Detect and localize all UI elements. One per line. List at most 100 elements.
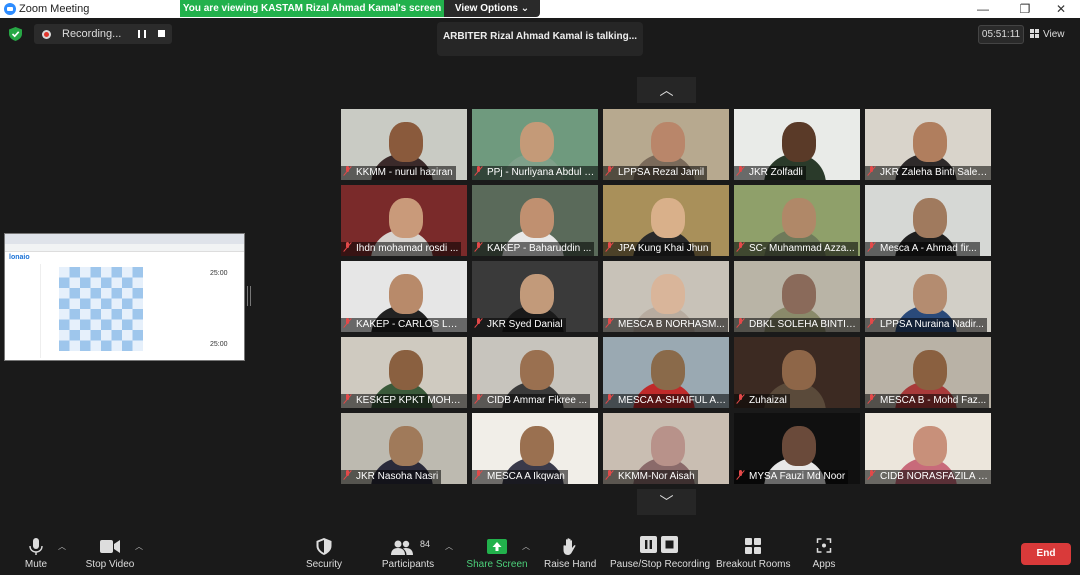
gallery-next-page-button[interactable]: ﹀	[637, 489, 696, 515]
mute-label: Mute	[24, 559, 48, 570]
close-button[interactable]: ✕	[1046, 1, 1076, 17]
participant-tile[interactable]: JKR Nasoha Nasri	[341, 413, 467, 484]
participant-tile[interactable]: MESCA A Ikqwan	[472, 413, 598, 484]
mute-button[interactable]: Mute	[14, 534, 58, 574]
gallery-grid-icon	[1030, 29, 1039, 38]
participant-tile[interactable]: KAKEP - CARLOS LOY...	[341, 261, 467, 332]
participant-name-label: KESKEP KPKT MOHD ...	[341, 394, 467, 408]
participant-name-label: LPPSA Rezal Jamil	[603, 166, 708, 180]
security-label: Security	[305, 559, 343, 570]
view-options-button[interactable]: View Options ⌄	[444, 0, 540, 17]
participant-tile[interactable]: KKMM - nurul haziran	[341, 109, 467, 180]
muted-mic-icon	[867, 470, 876, 480]
restore-button[interactable]: ❐	[1010, 1, 1040, 17]
participant-tile[interactable]: MESCA B - Mohd Faz...	[865, 337, 991, 408]
view-label: View	[1043, 29, 1065, 40]
participant-tile[interactable]: Ihdn mohamad rosdi ...	[341, 185, 467, 256]
end-meeting-button[interactable]: End	[1021, 543, 1071, 565]
site-sidebar	[7, 264, 41, 358]
browser-tab-bar	[5, 234, 244, 244]
participant-name-label: MESCA A Ikqwan	[472, 470, 568, 484]
participant-name: CIDB NORASFAZILA BI...	[880, 471, 991, 482]
participant-name: LPPSA Rezal Jamil	[618, 167, 705, 178]
participant-face	[388, 349, 423, 390]
participant-tile[interactable]: LPPSA Rezal Jamil	[603, 109, 729, 180]
muted-mic-icon	[605, 318, 614, 328]
participant-face	[388, 273, 423, 314]
zoom-logo-icon	[4, 3, 16, 15]
participant-face	[781, 425, 816, 466]
shared-screen-thumbnail[interactable]: lonaio 25:00 25:00	[4, 233, 245, 361]
participant-name-label: KAKEP - CARLOS LOY...	[341, 318, 467, 332]
shield-check-icon[interactable]	[9, 27, 22, 41]
participant-name-label: JKR Syed Danial	[472, 318, 566, 332]
active-speaker-label: ARBITER Rizal Ahmad Kamal is talking...	[437, 22, 643, 56]
video-options-caret[interactable]: ︿	[135, 541, 143, 552]
participant-tile[interactable]: KAKEP - Baharuddin ...	[472, 185, 598, 256]
participant-face	[519, 197, 554, 238]
pause-stop-icon	[640, 536, 678, 553]
participant-face	[388, 121, 423, 162]
participant-tile[interactable]: JPA Kung Khai Jhun	[603, 185, 729, 256]
participant-tile[interactable]: Zuhaizal	[734, 337, 860, 408]
participant-face	[650, 121, 685, 162]
participant-tile[interactable]: Mesca A - Ahmad fir...	[865, 185, 991, 256]
participant-name: MESCA B - Mohd Faz...	[880, 395, 987, 406]
breakout-rooms-button[interactable]: Breakout Rooms	[716, 534, 790, 574]
participant-name-label: JKR Zaleha Binti Salehod...	[865, 166, 991, 180]
audio-options-caret[interactable]: ︿	[58, 541, 66, 552]
participant-tile[interactable]: LPPSA Nuraina Nadir...	[865, 261, 991, 332]
share-options-caret[interactable]: ︿	[522, 541, 530, 552]
participant-face	[650, 425, 685, 466]
participant-face	[781, 273, 816, 314]
participant-tile[interactable]: JKR Syed Danial	[472, 261, 598, 332]
participants-count: 84	[420, 539, 431, 549]
participant-name: JKR Nasoha Nasri	[356, 471, 439, 482]
window-title: Zoom Meeting	[19, 3, 90, 15]
gallery-prev-page-button[interactable]: ︿	[637, 77, 696, 103]
video-camera-icon	[100, 540, 120, 553]
participant-name: Zuhaizal	[749, 395, 787, 406]
chess-board	[59, 267, 143, 351]
participants-button[interactable]: 84 Participants	[378, 534, 438, 574]
stop-video-label: Stop Video	[85, 559, 135, 570]
participant-name-label: KAKEP - Baharuddin ...	[472, 242, 595, 256]
participant-tile[interactable]: KKMM-Nor Aisah	[603, 413, 729, 484]
muted-mic-icon	[605, 394, 614, 404]
participant-name-label: JPA Kung Khai Jhun	[603, 242, 712, 256]
muted-mic-icon	[343, 242, 352, 252]
participant-face	[388, 425, 423, 466]
participant-tile[interactable]: CIDB Ammar Fikree ...	[472, 337, 598, 408]
stop-video-button[interactable]: Stop Video	[80, 534, 140, 574]
participant-tile[interactable]: JKR Zaleha Binti Salehod...	[865, 109, 991, 180]
participant-tile[interactable]: KESKEP KPKT MOHD ...	[341, 337, 467, 408]
participant-tile[interactable]: MYSA Fauzi Md Noor	[734, 413, 860, 484]
muted-mic-icon	[343, 166, 352, 176]
security-button[interactable]: Security	[302, 534, 346, 574]
participant-name-label: PPj - Nurliyana Abdul Ra...	[472, 166, 598, 180]
stop-recording-icon[interactable]	[158, 30, 165, 37]
pause-recording-icon[interactable]	[138, 30, 146, 38]
participant-tile[interactable]: MESCA B NORHASM...	[603, 261, 729, 332]
chess-clock-bottom: 25:00	[210, 341, 228, 348]
apps-button[interactable]: Apps	[806, 534, 842, 574]
share-screen-button[interactable]: Share Screen	[466, 534, 528, 574]
participant-tile[interactable]: SC- Muhammad Azza...	[734, 185, 860, 256]
view-button[interactable]: View	[1030, 25, 1076, 44]
browser-address-bar	[5, 244, 244, 252]
raise-hand-button[interactable]: Raise Hand	[544, 534, 596, 574]
participant-tile[interactable]: DBKL SOLEHA BINTI HA...	[734, 261, 860, 332]
participant-tile[interactable]: MESCA A-SHAIFUL Al...	[603, 337, 729, 408]
participant-tile[interactable]: PPj - Nurliyana Abdul Ra...	[472, 109, 598, 180]
participant-tile[interactable]: CIDB NORASFAZILA BI...	[865, 413, 991, 484]
split-resize-handle[interactable]	[247, 286, 251, 306]
participant-name: MESCA A Ikqwan	[487, 471, 565, 482]
participants-options-caret[interactable]: ︿	[445, 541, 453, 552]
pause-stop-recording-button[interactable]: Pause/Stop Recording	[610, 534, 710, 574]
participant-name-label: LPPSA Nuraina Nadir...	[865, 318, 987, 332]
participant-tile[interactable]: JKR Zolfadli	[734, 109, 860, 180]
minimize-button[interactable]: —	[968, 1, 998, 17]
participant-name: MESCA A-SHAIFUL Al...	[618, 395, 727, 406]
raise-hand-icon	[563, 538, 576, 555]
participant-name-label: MESCA A-SHAIFUL Al...	[603, 394, 729, 408]
